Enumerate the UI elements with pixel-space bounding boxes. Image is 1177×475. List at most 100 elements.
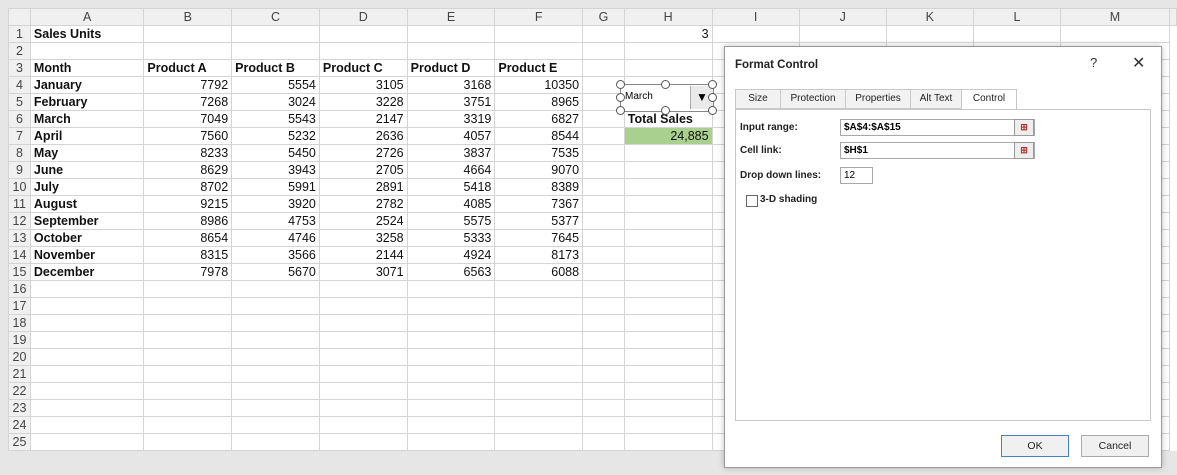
tab-alt-text[interactable]: Alt Text [910, 89, 962, 109]
cell[interactable] [494, 331, 584, 349]
cell[interactable] [231, 365, 320, 383]
cell[interactable] [29, 382, 145, 400]
cell[interactable] [406, 382, 496, 400]
cell[interactable] [143, 348, 233, 366]
value-cell[interactable]: 9215 [143, 195, 233, 213]
value-cell[interactable]: 8233 [143, 144, 233, 162]
value-cell[interactable]: 3943 [231, 161, 320, 179]
value-cell[interactable]: 4753 [231, 212, 320, 230]
resize-handle[interactable] [616, 106, 625, 115]
cell[interactable] [318, 331, 408, 349]
cell[interactable] [582, 314, 625, 332]
value-cell[interactable]: 3920 [231, 195, 320, 213]
cell[interactable] [582, 263, 625, 281]
cell[interactable] [494, 314, 584, 332]
resize-handle[interactable] [616, 93, 625, 102]
cell[interactable] [494, 42, 584, 60]
value-cell[interactable]: 7367 [494, 195, 584, 213]
cell-link-field[interactable]: $H$1 ⊞ [840, 142, 1035, 159]
value-cell[interactable]: 8986 [143, 212, 233, 230]
h1-link-cell[interactable]: 3 [623, 25, 713, 43]
row-header[interactable]: 13 [8, 229, 31, 247]
value-cell[interactable]: 3837 [406, 144, 496, 162]
input-range-field[interactable]: $A$4:$A$15 ⊞ [840, 119, 1035, 136]
column-header-j[interactable]: J [798, 8, 887, 26]
value-cell[interactable]: 4085 [406, 195, 496, 213]
cell[interactable] [143, 280, 233, 298]
header-cell[interactable]: Product E [494, 59, 584, 77]
value-cell[interactable]: 2524 [318, 212, 408, 230]
cell[interactable] [582, 348, 625, 366]
cell[interactable] [231, 416, 320, 434]
cell[interactable] [623, 229, 713, 247]
cell[interactable] [494, 416, 584, 434]
value-cell[interactable]: 5377 [494, 212, 584, 230]
value-cell[interactable]: 2144 [318, 246, 408, 264]
column-header-f[interactable]: F [494, 8, 584, 26]
header-cell[interactable]: Product A [143, 59, 233, 77]
cell[interactable] [318, 365, 408, 383]
cell[interactable] [798, 25, 887, 43]
value-cell[interactable]: 3024 [231, 93, 320, 111]
row-header[interactable]: 16 [8, 280, 31, 298]
cancel-button[interactable]: Cancel [1081, 435, 1149, 457]
drop-down-lines-field[interactable]: 12 [840, 167, 873, 184]
value-cell[interactable]: 7560 [143, 127, 233, 145]
row-header[interactable]: 6 [8, 110, 31, 128]
month-cell[interactable]: December [29, 263, 145, 281]
cell[interactable] [231, 25, 320, 43]
select-all-corner[interactable] [8, 8, 31, 26]
value-cell[interactable]: 5554 [231, 76, 320, 94]
cell[interactable] [623, 263, 713, 281]
value-cell[interactable]: 2705 [318, 161, 408, 179]
column-header-m[interactable]: M [1059, 8, 1171, 26]
value-cell[interactable]: 5333 [406, 229, 496, 247]
cell[interactable] [143, 382, 233, 400]
value-cell[interactable]: 4057 [406, 127, 496, 145]
value-cell[interactable]: 5232 [231, 127, 320, 145]
resize-handle[interactable] [661, 106, 670, 115]
cell[interactable] [406, 399, 496, 417]
value-cell[interactable]: 7645 [494, 229, 584, 247]
value-cell[interactable]: 7268 [143, 93, 233, 111]
column-header-k[interactable]: K [885, 8, 974, 26]
cell[interactable] [582, 416, 625, 434]
column-header-c[interactable]: C [231, 8, 320, 26]
cell[interactable] [231, 382, 320, 400]
column-header-h[interactable]: H [623, 8, 713, 26]
cell[interactable] [143, 314, 233, 332]
resize-handle[interactable] [708, 80, 717, 89]
cell[interactable] [318, 280, 408, 298]
value-cell[interactable]: 7792 [143, 76, 233, 94]
row-header[interactable]: 10 [8, 178, 31, 196]
value-cell[interactable]: 3228 [318, 93, 408, 111]
cell[interactable] [406, 280, 496, 298]
row-header[interactable]: 25 [8, 433, 31, 451]
value-cell[interactable]: 6088 [494, 263, 584, 281]
value-cell[interactable]: 8629 [143, 161, 233, 179]
value-cell[interactable]: 8315 [143, 246, 233, 264]
value-cell[interactable]: 8654 [143, 229, 233, 247]
close-icon[interactable]: ✕ [1132, 53, 1145, 73]
cell[interactable] [143, 365, 233, 383]
cell[interactable] [29, 314, 145, 332]
cell[interactable] [406, 365, 496, 383]
cell[interactable] [494, 348, 584, 366]
cell[interactable] [623, 348, 713, 366]
cell[interactable] [494, 365, 584, 383]
row-header[interactable]: 1 [8, 25, 31, 43]
cell[interactable] [143, 416, 233, 434]
cell[interactable] [582, 365, 625, 383]
month-cell[interactable]: September [29, 212, 145, 230]
cell[interactable] [29, 399, 145, 417]
value-cell[interactable]: 10350 [494, 76, 584, 94]
cell[interactable] [582, 297, 625, 315]
cell[interactable] [623, 144, 713, 162]
cell[interactable] [406, 331, 496, 349]
cell[interactable] [494, 297, 584, 315]
value-cell[interactable]: 3105 [318, 76, 408, 94]
value-cell[interactable]: 2726 [318, 144, 408, 162]
cell[interactable] [623, 280, 713, 298]
column-header-b[interactable]: B [143, 8, 233, 26]
cell[interactable] [29, 297, 145, 315]
